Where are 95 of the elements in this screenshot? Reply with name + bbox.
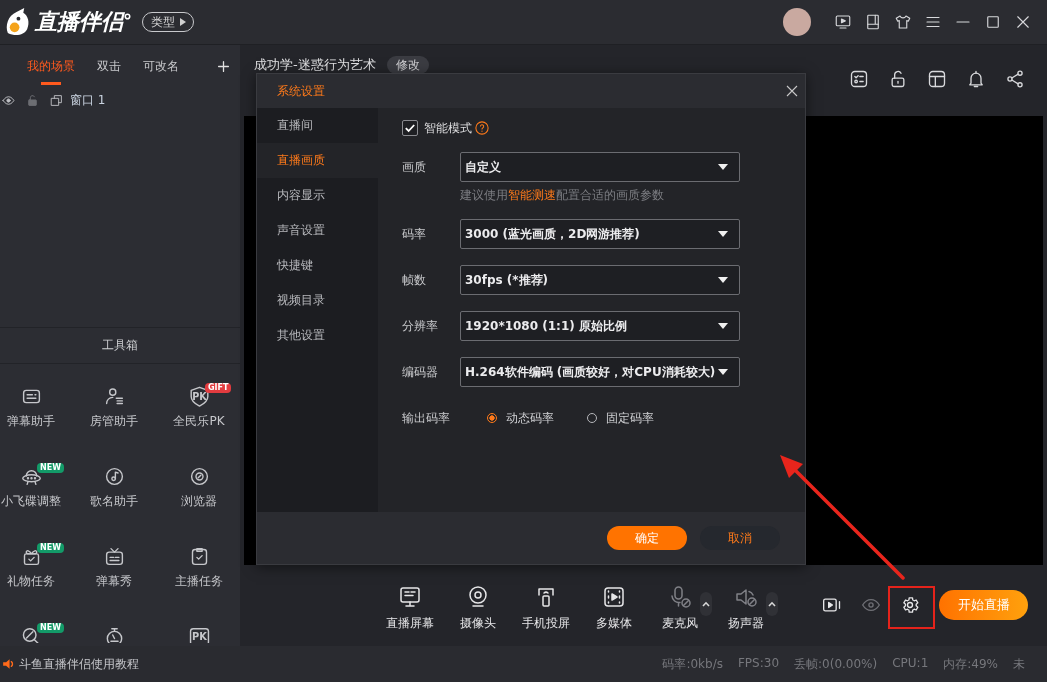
tool-label[interactable]: 弹幕秀	[96, 573, 132, 589]
nav-item[interactable]: 视频目录	[257, 283, 378, 318]
field-label: 画质	[402, 158, 427, 176]
cancel-button[interactable]: 取消	[700, 526, 780, 550]
webcam-icon	[466, 585, 490, 609]
toolbar-button[interactable]: 麦克风	[662, 585, 698, 631]
caret-down-icon	[718, 277, 728, 283]
settings-icon[interactable]	[900, 595, 920, 615]
field-label: 分辨率	[402, 317, 439, 335]
monitor-icon	[398, 585, 422, 609]
field-label: 输出码率	[402, 409, 451, 427]
tool-badge: NEW	[37, 623, 64, 633]
status-text: 码率:0kb/s	[662, 655, 723, 673]
speaker-icon	[2, 657, 16, 671]
dialog-title: 系统设置	[277, 82, 325, 100]
field-label: 编码器	[402, 363, 439, 381]
edit-button[interactable]: 修改	[386, 56, 429, 74]
tool-badge: GIFT	[205, 383, 232, 393]
radio-label[interactable]: 固定码率	[606, 409, 654, 427]
checkbox-label[interactable]: 智能模式	[424, 119, 472, 137]
nav-item[interactable]: 声音设置	[257, 213, 378, 248]
tool-label[interactable]: 歌名助手	[90, 493, 138, 509]
tool-label[interactable]: 礼物任务	[7, 573, 55, 589]
status-text: 未	[1013, 655, 1025, 673]
copy-icon	[50, 93, 63, 107]
share-icon[interactable]	[1005, 69, 1025, 89]
film-icon	[602, 585, 626, 609]
scene-tab[interactable]: 我的场景	[27, 45, 75, 85]
nav-item[interactable]: 快捷键	[257, 248, 378, 283]
mascot-icon	[4, 6, 31, 38]
source-name[interactable]: 窗口 1	[70, 91, 106, 109]
toolbox-title: 工具箱	[0, 327, 240, 364]
close-icon[interactable]	[1014, 13, 1032, 31]
nav-item[interactable]: 直播间	[257, 108, 378, 143]
scene-tab[interactable]: 双击	[97, 45, 121, 85]
status-text: FPS:30	[737, 655, 780, 672]
chevron-up-icon	[702, 601, 710, 607]
caret-down-icon	[718, 164, 728, 170]
tool-label[interactable]: 浏览器	[181, 493, 217, 509]
nav-item[interactable]: 直播画质	[257, 143, 378, 178]
help-icon[interactable]	[475, 121, 489, 135]
highlight-frame	[888, 586, 935, 629]
dropdown[interactable]: 自定义	[460, 152, 740, 182]
toolbar-button[interactable]: 直播屏幕	[386, 585, 434, 631]
notebook-icon[interactable]	[864, 13, 882, 31]
chevron-up-icon	[768, 601, 776, 607]
caret-down-icon	[718, 323, 728, 329]
scene-tab[interactable]: 可改名	[143, 45, 179, 85]
hint-text: 建议使用智能测速配置合适的画质参数	[460, 187, 665, 203]
toolbar-button[interactable]: 摄像头	[460, 585, 496, 631]
dropdown[interactable]: 1920*1080 (1:1) 原始比例	[460, 311, 740, 341]
status-text: 内存:49%	[943, 655, 998, 673]
tool-label[interactable]: 主播任务	[175, 573, 223, 589]
bell-icon[interactable]	[966, 69, 986, 89]
nav-item[interactable]: 内容显示	[257, 178, 378, 213]
dropdown-button[interactable]	[766, 592, 778, 616]
caret-down-icon	[718, 231, 728, 237]
scene-title: 成功学-迷惑行为艺术	[254, 56, 376, 74]
checklist-icon[interactable]	[849, 69, 869, 89]
screen-play-icon[interactable]	[834, 13, 852, 31]
tool-badge: NEW	[37, 463, 64, 473]
tool-label[interactable]: 小飞碟调整	[1, 493, 61, 509]
shirt-icon[interactable]	[894, 13, 912, 31]
pk-icon[interactable]: PK	[187, 626, 211, 643]
tool-label[interactable]: 弹幕助手	[7, 413, 55, 429]
caret-down-icon	[718, 369, 728, 375]
toolbar-button[interactable]: 手机投屏	[522, 585, 570, 631]
dropdown[interactable]: 30fps (*推荐)	[460, 265, 740, 295]
eye-icon[interactable]	[2, 93, 15, 107]
radio-button[interactable]	[487, 413, 497, 423]
speed-test-link[interactable]: 智能测速	[508, 188, 556, 202]
field-label: 码率	[402, 225, 427, 243]
radio-label[interactable]: 动态码率	[506, 409, 554, 427]
add-icon[interactable]	[217, 60, 230, 73]
nav-item[interactable]: 其他设置	[257, 318, 378, 353]
status-text: 丢帧:0(0.00%)	[794, 655, 878, 673]
dropdown[interactable]: H.264软件编码 (画质较好，对CPU消耗较大)	[460, 357, 740, 387]
triangle-right-icon	[180, 18, 186, 26]
maximize-icon[interactable]	[984, 13, 1002, 31]
toolbar-button[interactable]: 多媒体	[596, 585, 632, 631]
field-label: 帧数	[402, 271, 427, 289]
layout-icon[interactable]	[927, 69, 947, 89]
dropdown-button[interactable]	[700, 592, 712, 616]
tool-badge: NEW	[37, 543, 64, 553]
tool-label[interactable]: 全民乐PK	[173, 413, 225, 429]
close-icon[interactable]	[786, 85, 798, 97]
status-text: CPU:1	[892, 655, 929, 672]
tutorial-link[interactable]: 斗鱼直播伴侣使用教程	[19, 655, 139, 673]
toolbar-button[interactable]: 扬声器	[728, 585, 764, 631]
avatar[interactable]	[783, 8, 811, 36]
ring-icon	[124, 12, 131, 20]
checkbox[interactable]	[402, 120, 418, 136]
tool-label[interactable]: 房管助手	[90, 413, 138, 429]
app-logo: 直播伴侣	[35, 9, 123, 35]
dropdown[interactable]: 3000 (蓝光画质，2D网游推荐)	[460, 219, 740, 249]
